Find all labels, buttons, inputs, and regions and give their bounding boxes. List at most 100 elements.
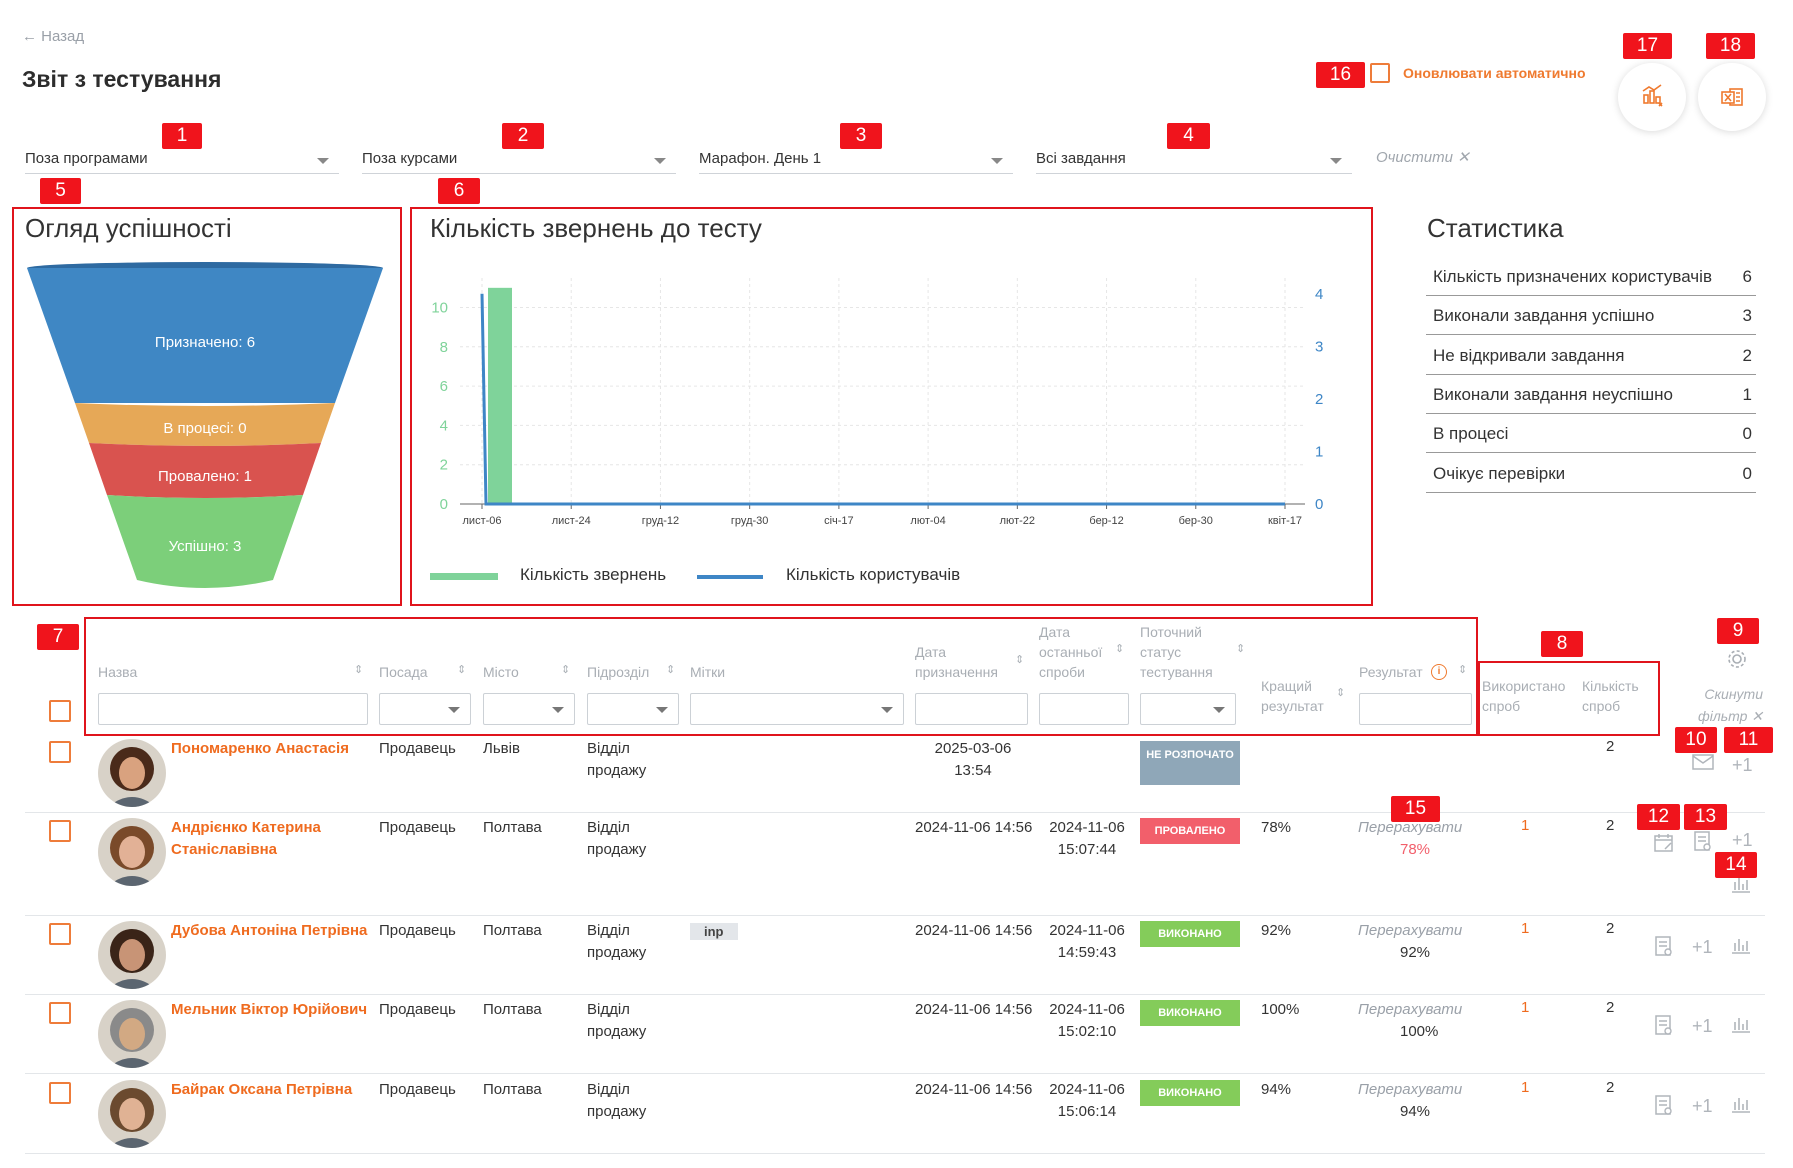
user-name-link[interactable]: Байрак Оксана Петрівна: [171, 1079, 371, 1101]
info-icon[interactable]: i: [1431, 664, 1447, 680]
user-name-link[interactable]: Андрієнко Катерина Станіславівна: [171, 817, 371, 861]
x-tick-label: січ-17: [824, 515, 854, 527]
view-report-icon[interactable]: [1653, 935, 1675, 957]
annotation-badge-13: 13: [1684, 804, 1727, 830]
cell-result: 78%: [1400, 841, 1431, 858]
recalculate-link[interactable]: Перерахувати: [1358, 922, 1462, 939]
x-tick-label: лют-04: [910, 515, 945, 527]
user-name-link[interactable]: Дубова Антоніна Петрівна: [171, 920, 371, 942]
statistics-icon[interactable]: [1730, 1014, 1752, 1034]
result-filter-input[interactable]: [1359, 693, 1472, 725]
position-filter-select[interactable]: [379, 693, 471, 725]
name-filter-input[interactable]: [98, 693, 368, 725]
annotation-badge-12: 12: [1637, 804, 1680, 830]
sort-icon[interactable]: ⇕: [561, 663, 570, 676]
cell-position: Продавець: [379, 740, 456, 757]
department-filter-select[interactable]: [587, 693, 679, 725]
chart-export-icon: [1642, 84, 1663, 107]
settings-gear-icon[interactable]: [1726, 648, 1748, 670]
statistics-icon[interactable]: [1730, 935, 1752, 955]
row-checkbox[interactable]: [49, 820, 71, 842]
status-filter-select[interactable]: [1140, 693, 1236, 725]
y-left-tick-label: 6: [440, 378, 448, 395]
chart-bar: [488, 287, 512, 504]
tasks-select[interactable]: Всі завдання: [1036, 150, 1352, 174]
row-divider: [25, 915, 1765, 916]
stats-row-label: Не відкривали завдання: [1433, 345, 1625, 365]
cell-attempt-count: 2: [1606, 738, 1615, 755]
status-badge: ПРОВАЛЕНО: [1140, 818, 1240, 844]
chevron-down-icon: [448, 707, 460, 713]
col-header-result[interactable]: Результат: [1359, 662, 1423, 682]
cell-department: Відділ продажу: [587, 819, 647, 858]
col-header-used-attempts[interactable]: Використано спроб: [1482, 676, 1572, 716]
col-header-status[interactable]: Поточний статус тестування: [1140, 622, 1230, 682]
add-attempt-icon[interactable]: +1: [1692, 1016, 1713, 1037]
row-checkbox[interactable]: [49, 923, 71, 945]
sort-icon[interactable]: ⇕: [1336, 686, 1345, 699]
sort-icon[interactable]: ⇕: [1236, 642, 1245, 655]
row-checkbox[interactable]: [49, 1082, 71, 1104]
course-select[interactable]: Поза курсами: [362, 150, 676, 174]
view-report-icon[interactable]: [1653, 1014, 1675, 1036]
user-name-link[interactable]: Пономаренко Анастасія: [171, 738, 371, 760]
sort-icon[interactable]: ⇕: [1458, 663, 1467, 676]
chart-line-users: [480, 293, 1285, 506]
cell-assign-date: 2024-11-06 14:56: [915, 922, 1033, 939]
col-header-last-attempt[interactable]: Дата останньої спроби: [1039, 622, 1119, 682]
col-header-tags[interactable]: Мітки: [690, 662, 725, 682]
stats-row-value: 1: [1742, 384, 1752, 404]
recalculate-link[interactable]: Перерахувати: [1358, 1081, 1462, 1098]
add-attempt-icon[interactable]: +1: [1732, 830, 1753, 851]
col-header-attempt-count[interactable]: Кількість спроб: [1582, 676, 1652, 716]
stats-row: В процесі 0: [1426, 414, 1756, 454]
stats-row-value: 0: [1742, 463, 1752, 483]
chart-export-button[interactable]: [1618, 63, 1686, 131]
funnel-title: Огляд успішності: [25, 213, 232, 243]
marathon-select[interactable]: Марафон. День 1: [699, 150, 1013, 174]
col-header-city[interactable]: Місто: [483, 662, 519, 682]
add-attempt-icon[interactable]: +1: [1732, 755, 1753, 776]
clear-filters-button[interactable]: Очистити ✕: [1376, 148, 1470, 166]
statistics-icon[interactable]: [1730, 1094, 1752, 1114]
last-attempt-filter-input[interactable]: [1039, 693, 1129, 725]
reset-filter-button[interactable]: Скинути фільтр ✕: [1683, 683, 1763, 727]
user-name-link[interactable]: Мельник Віктор Юрійович: [171, 999, 371, 1021]
chevron-down-icon: [552, 707, 564, 713]
sort-icon[interactable]: ⇕: [354, 663, 363, 676]
stats-row: Кількість призначених користувачів 6: [1426, 257, 1756, 296]
select-all-checkbox[interactable]: [49, 700, 71, 722]
view-report-icon[interactable]: [1692, 830, 1714, 852]
city-filter-select[interactable]: [483, 693, 575, 725]
program-select[interactable]: Поза програмами: [25, 150, 339, 174]
row-checkbox[interactable]: [49, 741, 71, 763]
col-header-department[interactable]: Підрозділ: [587, 662, 649, 682]
add-attempt-icon[interactable]: +1: [1692, 1096, 1713, 1117]
calendar-edit-icon[interactable]: [1653, 832, 1675, 854]
cell-attempt-count: 2: [1606, 817, 1615, 834]
col-header-assign-date[interactable]: Дата призначення: [915, 642, 1015, 682]
annotation-badge-3: 3: [840, 123, 882, 149]
view-report-icon[interactable]: [1653, 1094, 1675, 1116]
sort-icon[interactable]: ⇕: [1015, 653, 1024, 666]
sort-icon[interactable]: ⇕: [1115, 642, 1124, 655]
y-left-tick-label: 2: [440, 457, 448, 474]
add-attempt-icon[interactable]: +1: [1692, 937, 1713, 958]
col-header-position[interactable]: Посада: [379, 662, 428, 682]
assign-date-filter-input[interactable]: [915, 693, 1028, 725]
legend-label-attempts: Кількість звернень: [520, 565, 667, 584]
col-header-name[interactable]: Назва: [98, 662, 137, 682]
excel-export-button[interactable]: [1698, 63, 1766, 131]
recalculate-link[interactable]: Перерахувати: [1358, 1001, 1462, 1018]
tags-filter-select[interactable]: [690, 693, 904, 725]
sort-icon[interactable]: ⇕: [457, 663, 466, 676]
auto-refresh-checkbox[interactable]: [1370, 63, 1390, 83]
mail-icon[interactable]: [1692, 753, 1714, 771]
course-select-value: Поза курсами: [362, 150, 458, 167]
col-header-best[interactable]: Кращий результат: [1261, 676, 1341, 716]
row-checkbox[interactable]: [49, 1002, 71, 1024]
back-link[interactable]: ← Назад: [22, 28, 84, 45]
y-right-tick-label: 3: [1315, 338, 1323, 355]
funnel-label-failed: Провалено: 1: [158, 468, 252, 485]
sort-icon[interactable]: ⇕: [666, 663, 675, 676]
